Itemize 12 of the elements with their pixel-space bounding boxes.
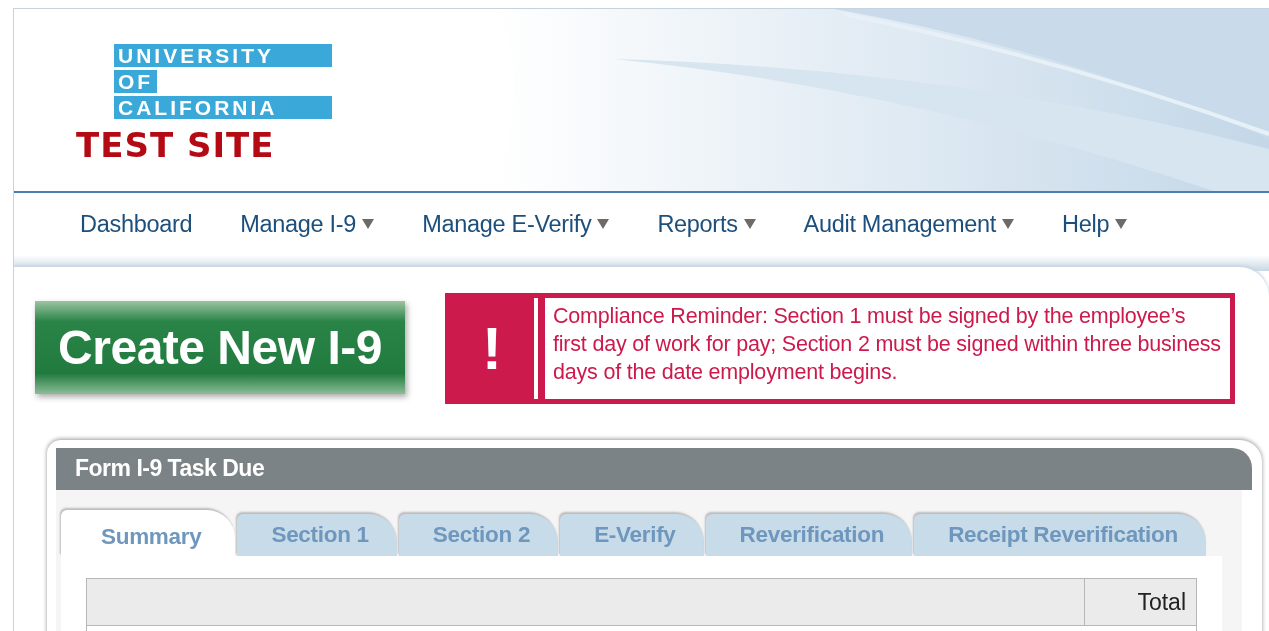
panel-title: Form I-9 Task Due [56,448,1252,490]
university-logo: UNIVERSITY OF CALIFORNIA TEST SITE [64,44,374,163]
tab[interactable]: Summary [61,510,236,556]
nav-menu-item[interactable]: Help [1062,206,1128,242]
compliance-reminder: Compliance Reminder: Section 1 must be signed by the employee’s first day of work for pay; Section 2 must be signed within three business days of the date employment begins. [545,298,1230,399]
nav-menu-item[interactable]: Manage E-Verify [422,206,610,242]
nav-menu-item[interactable]: Dashboard [80,206,193,242]
nav-menu-item[interactable]: Audit Management [803,206,1015,242]
create-new-button[interactable]: Create New I-9 [35,301,405,394]
column-header: Total [1084,578,1197,626]
nav-menu-item[interactable]: Manage I-9 [240,206,375,242]
nav-menu-item[interactable]: Reports [657,206,756,242]
